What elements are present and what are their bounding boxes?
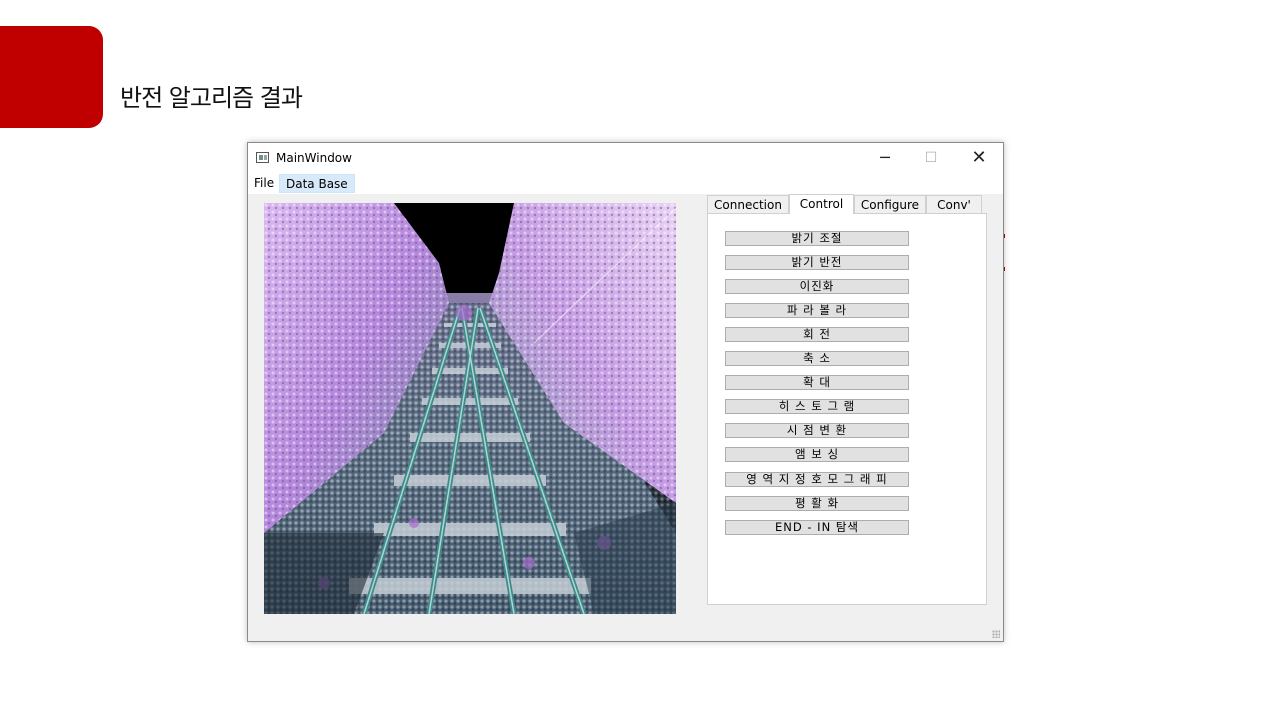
parabola-button[interactable]: 파 라 볼 라 — [725, 303, 909, 318]
embossing-button[interactable]: 앰 보 싱 — [725, 447, 909, 462]
tab-control[interactable]: Control — [789, 194, 854, 214]
tab-connection[interactable]: Connection — [707, 195, 789, 213]
enlarge-button[interactable]: 확 대 — [725, 375, 909, 390]
close-button[interactable]: ✕ — [956, 143, 1002, 173]
control-panel: 밝기 조절 밝기 반전 이진화 파 라 볼 라 회 전 축 소 확 대 히 스 … — [707, 213, 987, 605]
menu-data-base[interactable]: Data Base — [279, 174, 355, 193]
equalization-button[interactable]: 평 활 화 — [725, 496, 909, 511]
maximize-button[interactable]: ☐ — [908, 143, 954, 173]
slide-title: 반전 알고리즘 결과 — [120, 84, 303, 112]
resize-grip-icon[interactable] — [992, 630, 1000, 638]
app-window-icon — [256, 152, 269, 163]
binarize-button[interactable]: 이진화 — [725, 279, 909, 294]
tab-widget: Connection Control Configure Conv' 밝기 조절… — [707, 194, 987, 606]
perspective-transform-button[interactable]: 시 점 변 환 — [725, 423, 909, 438]
menu-bar: File Data Base — [248, 173, 1003, 194]
tab-configure[interactable]: Configure — [854, 195, 926, 213]
title-bar[interactable]: MainWindow ─ ☐ ✕ — [248, 143, 1003, 173]
inverted-railway-image — [264, 203, 676, 614]
shrink-button[interactable]: 축 소 — [725, 351, 909, 366]
region-homography-button[interactable]: 영 역 지 정 호 모 그 래 피 — [725, 472, 909, 487]
image-display — [264, 203, 676, 614]
rotate-button[interactable]: 회 전 — [725, 327, 909, 342]
histogram-button[interactable]: 히 스 토 그 램 — [725, 399, 909, 414]
tab-conv[interactable]: Conv' — [926, 195, 982, 213]
brightness-invert-button[interactable]: 밝기 반전 — [725, 255, 909, 270]
accent-block — [0, 26, 103, 128]
end-in-search-button[interactable]: END - IN 탐색 — [725, 520, 909, 535]
minimize-button[interactable]: ─ — [862, 143, 908, 173]
main-window: MainWindow ─ ☐ ✕ File Data Base Connecti… — [247, 142, 1004, 642]
window-title: MainWindow — [276, 151, 352, 165]
brightness-adjust-button[interactable]: 밝기 조절 — [725, 231, 909, 246]
menu-file[interactable]: File — [248, 174, 280, 193]
